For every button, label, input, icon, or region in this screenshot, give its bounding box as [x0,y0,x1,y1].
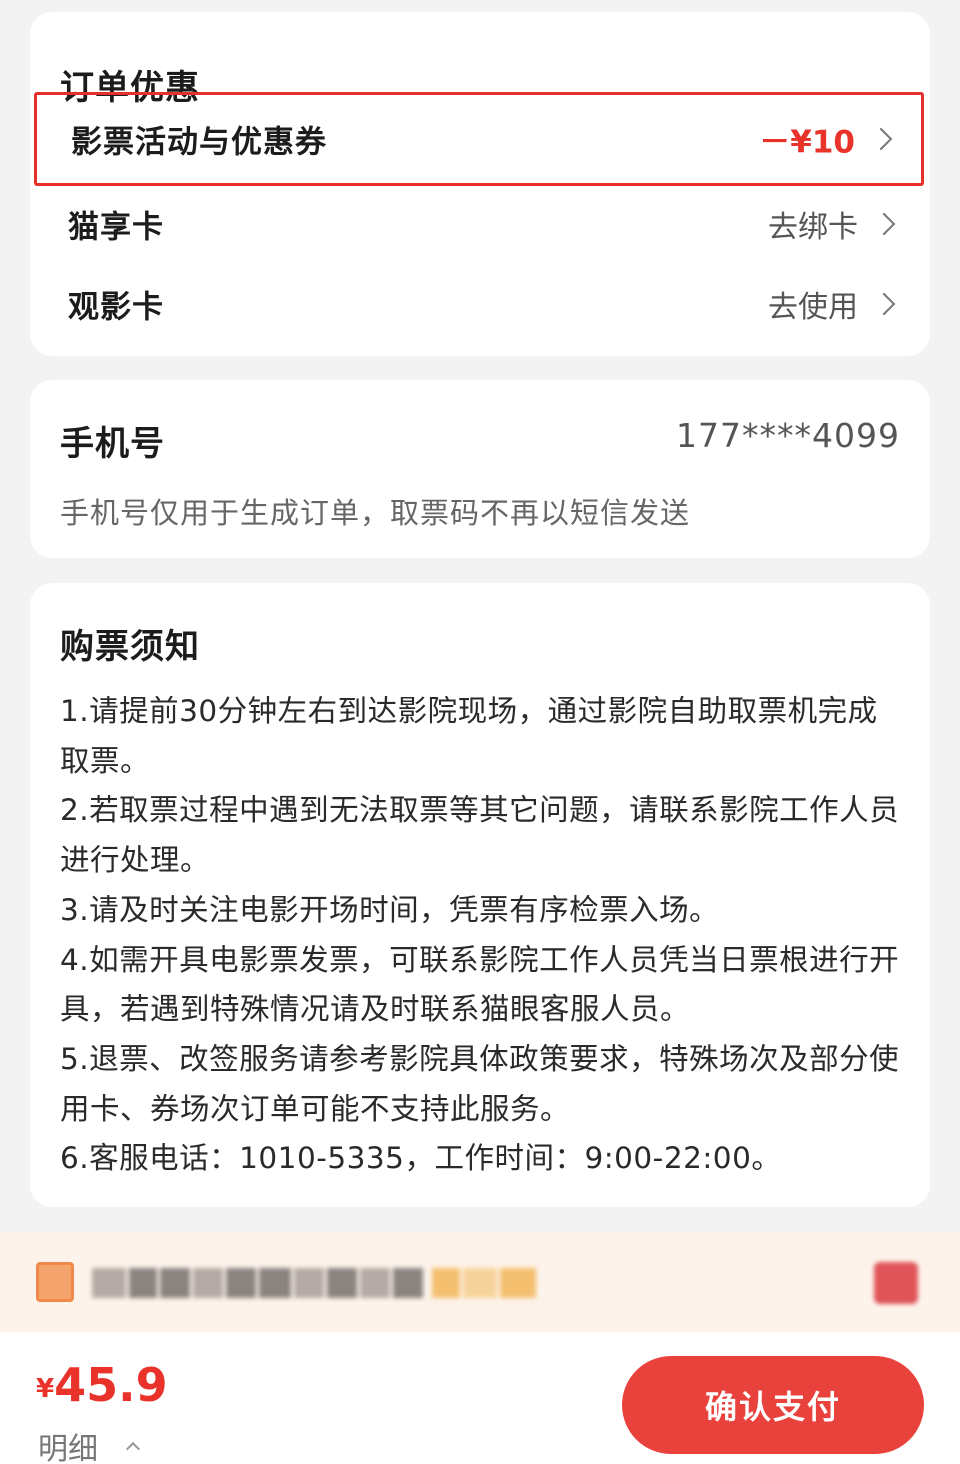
use-card-link: 去使用 [768,290,858,325]
chevron-right-icon [872,292,896,316]
confirm-pay-button[interactable]: 确认支付 [622,1356,924,1454]
phone-number: 177****4099 [676,416,900,455]
gift-icon[interactable] [874,1262,918,1304]
purchase-notice-body: 1.请提前30分钟左右到达影院现场，通过影院自助取票机完成取票。 2.若取票过程… [60,694,900,1176]
phone-title: 手机号 [60,424,165,464]
promo-text-blurred [92,1266,539,1300]
movie-card-label: 观影卡 [68,289,164,326]
phone-note: 手机号仅用于生成订单，取票码不再以短信发送 [60,496,691,530]
coupon-row[interactable]: 影票活动与优惠券 －¥10 [34,92,924,186]
purchase-notice-title: 购票须知 [60,627,200,667]
order-discount-card: 订单优惠 影票活动与优惠券 －¥10 猫享卡 去绑卡 观影卡 去使用 [30,12,930,356]
phone-card: 手机号 177****4099 手机号仅用于生成订单，取票码不再以短信发送 [30,380,930,558]
chevron-up-icon [125,1441,141,1457]
total-amount: 45.9 [54,1358,168,1412]
purchase-notice-card: 购票须知 1.请提前30分钟左右到达影院现场，通过影院自助取票机完成取票。 2.… [30,583,930,1207]
maoxiang-card-row[interactable]: 猫享卡 去绑卡 [34,180,924,268]
coupon-icon [36,1262,74,1302]
currency-symbol: ¥ [36,1374,55,1404]
maoxiang-card-label: 猫享卡 [68,209,164,246]
price-detail-label: 明细 [38,1432,98,1464]
promo-bar[interactable] [0,1232,960,1332]
coupon-row-label: 影票活动与优惠券 [71,124,327,161]
bottom-pay-bar: ¥45.9 明细 确认支付 [0,1332,960,1464]
movie-card-row[interactable]: 观影卡 去使用 [34,260,924,348]
chevron-right-icon [869,127,893,151]
bind-card-link: 去绑卡 [768,210,858,245]
total-price: ¥45.9 [36,1358,168,1412]
coupon-discount-value: －¥10 [759,124,855,161]
price-detail-toggle[interactable]: 明细 [38,1424,141,1464]
chevron-right-icon [872,212,896,236]
